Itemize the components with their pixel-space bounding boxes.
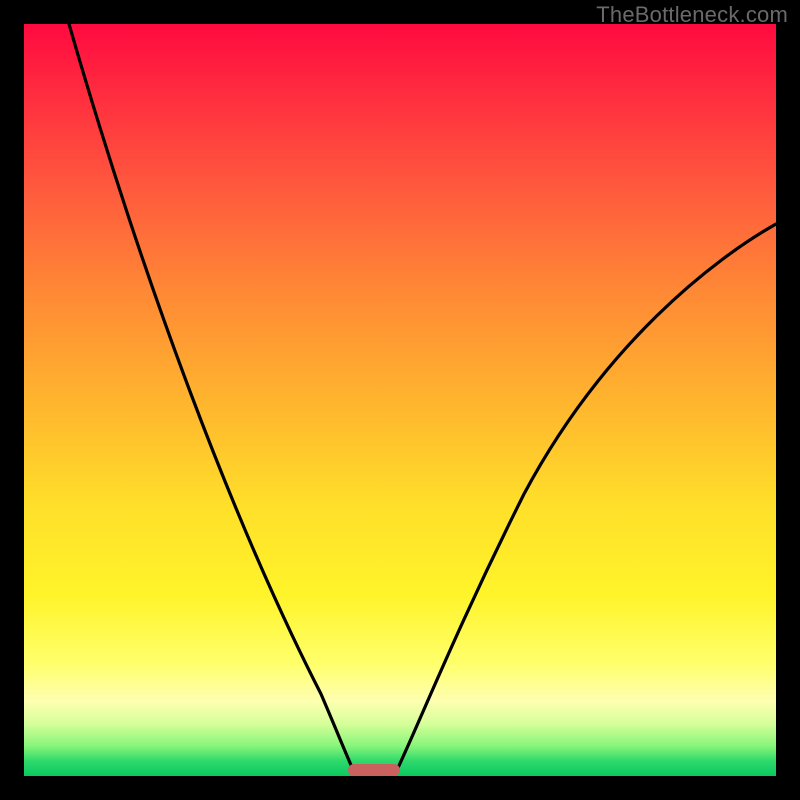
- plot-area: [24, 24, 776, 776]
- watermark-text: TheBottleneck.com: [596, 2, 788, 28]
- curve-right-branch: [396, 224, 776, 772]
- minimum-marker: [348, 764, 400, 776]
- curve-layer: [24, 24, 776, 776]
- curve-left-branch: [69, 24, 354, 772]
